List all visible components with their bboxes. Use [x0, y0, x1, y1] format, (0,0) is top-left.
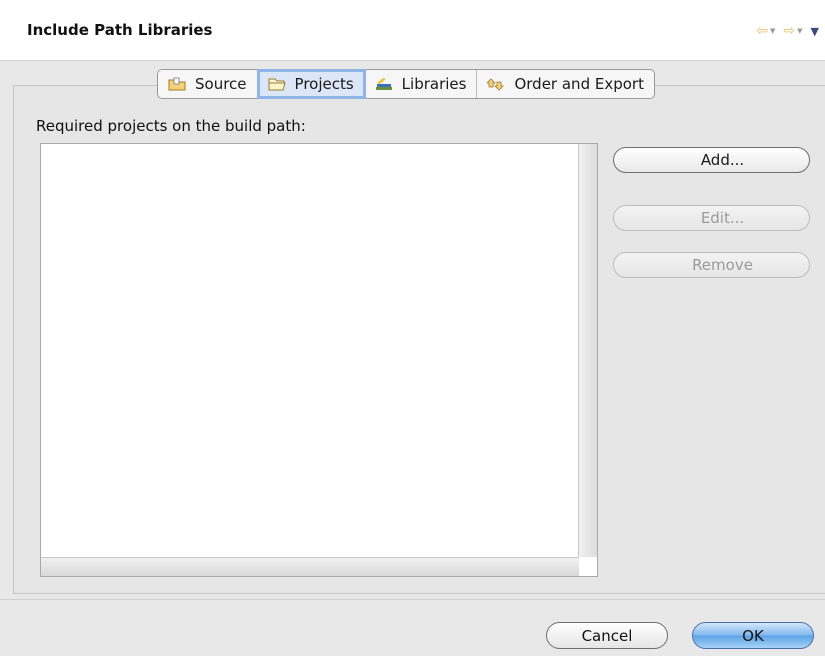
required-projects-label: Required projects on the build path:	[36, 117, 306, 135]
view-menu-icon[interactable]: ▼	[811, 25, 819, 38]
tab-libraries[interactable]: Libraries	[365, 70, 478, 98]
books-icon	[375, 78, 392, 90]
vertical-scrollbar[interactable]	[578, 144, 597, 557]
tab-projects[interactable]: Projects	[256, 69, 366, 99]
forward-arrow-icon[interactable]: ⇨	[783, 23, 795, 39]
horizontal-scrollbar[interactable]	[41, 557, 579, 576]
source-folder-icon	[168, 77, 186, 91]
tab-order-export-label: Order and Export	[514, 75, 644, 93]
forward-dropdown-icon[interactable]: ▼	[797, 27, 802, 35]
tab-source-label: Source	[195, 75, 247, 93]
tab-bar: Source Projects Libraries Order and Expo…	[157, 69, 655, 99]
tab-source[interactable]: Source	[158, 70, 258, 98]
dialog-title: Include Path Libraries	[27, 21, 213, 39]
history-nav: ⇦ ▼ ⇨ ▼ ▼	[756, 22, 819, 40]
cancel-button[interactable]: Cancel	[546, 622, 668, 649]
dialog-header: Include Path Libraries ⇦ ▼ ⇨ ▼ ▼	[0, 0, 825, 61]
remove-button[interactable]: Remove	[613, 252, 810, 278]
required-projects-list[interactable]	[40, 143, 598, 577]
order-arrows-icon	[487, 78, 505, 91]
tab-order-export[interactable]: Order and Export	[477, 70, 654, 98]
ok-button[interactable]: OK	[692, 622, 814, 649]
edit-button[interactable]: Edit...	[613, 205, 810, 231]
tab-projects-label: Projects	[294, 75, 354, 93]
tab-libraries-label: Libraries	[401, 75, 467, 93]
add-button[interactable]: Add...	[613, 147, 810, 173]
footer-divider	[0, 599, 825, 600]
back-dropdown-icon[interactable]: ▼	[770, 27, 775, 35]
back-arrow-icon[interactable]: ⇦	[756, 23, 768, 39]
open-folder-icon	[268, 78, 286, 91]
